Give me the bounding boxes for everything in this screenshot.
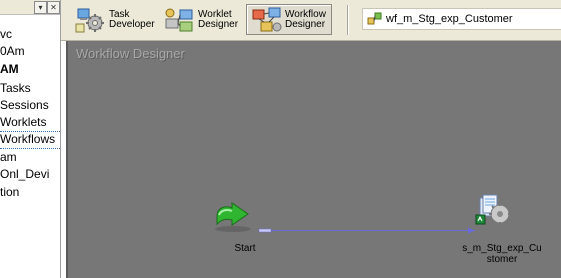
task-developer-label: Task Developer <box>109 8 155 30</box>
tree-item-tasks[interactable]: Tasks <box>0 80 31 96</box>
worklet-designer-button[interactable]: Worklet Designer <box>160 4 244 35</box>
worklet-designer-label: Worklet Designer <box>198 8 239 30</box>
start-node-label: Start <box>234 243 256 254</box>
navigator-header: ▾ ✕ <box>0 0 60 15</box>
tree-item[interactable]: vc <box>0 26 12 42</box>
session-node-label: s_m_Stg_exp_Cu stomer <box>462 243 542 265</box>
tree-item-repository[interactable]: AM <box>0 61 19 77</box>
toolbar-divider <box>347 5 348 35</box>
tree-item-workflows[interactable]: Workflows <box>0 131 60 149</box>
workflow-name: wf_m_Stg_exp_Customer <box>386 13 513 25</box>
session-task-icon[interactable] <box>475 194 511 225</box>
worklet-designer-icon <box>165 8 193 31</box>
close-icon[interactable]: ✕ <box>47 1 60 14</box>
start-arrow-icon[interactable] <box>215 202 251 232</box>
tree-item[interactable]: tion <box>0 184 19 200</box>
workflow-designer-button[interactable]: Workflow Designer <box>246 4 332 35</box>
dropdown-arrow-icon[interactable]: ▾ <box>34 1 47 14</box>
task-developer-icon <box>75 8 104 32</box>
tree-item-sessions[interactable]: Sessions <box>0 97 49 113</box>
workflow-link[interactable] <box>258 227 475 234</box>
task-developer-button[interactable]: Task Developer <box>71 4 159 35</box>
workflow-designer-canvas[interactable]: Workflow Designer Start s_m_Stg_exp_Cu s… <box>66 41 561 278</box>
tree-item[interactable]: am <box>0 149 17 165</box>
workflow-designer-label: Workflow Designer <box>285 8 326 30</box>
navigator-panel: ▾ ✕ vc 0Am AM Tasks Sessions Worklets Wo… <box>0 0 61 278</box>
workflow-icon <box>367 12 382 25</box>
tree-item[interactable]: 0Am <box>0 43 25 59</box>
workflow-tab[interactable]: wf_m_Stg_exp_Customer <box>362 8 561 30</box>
tree-item[interactable]: Onl_Devi <box>0 166 49 182</box>
workflow-designer-icon <box>252 7 282 31</box>
tree-item-worklets[interactable]: Worklets <box>0 114 46 130</box>
tool-toolbar: Task Developer Worklet Designer Workflow… <box>61 0 561 41</box>
